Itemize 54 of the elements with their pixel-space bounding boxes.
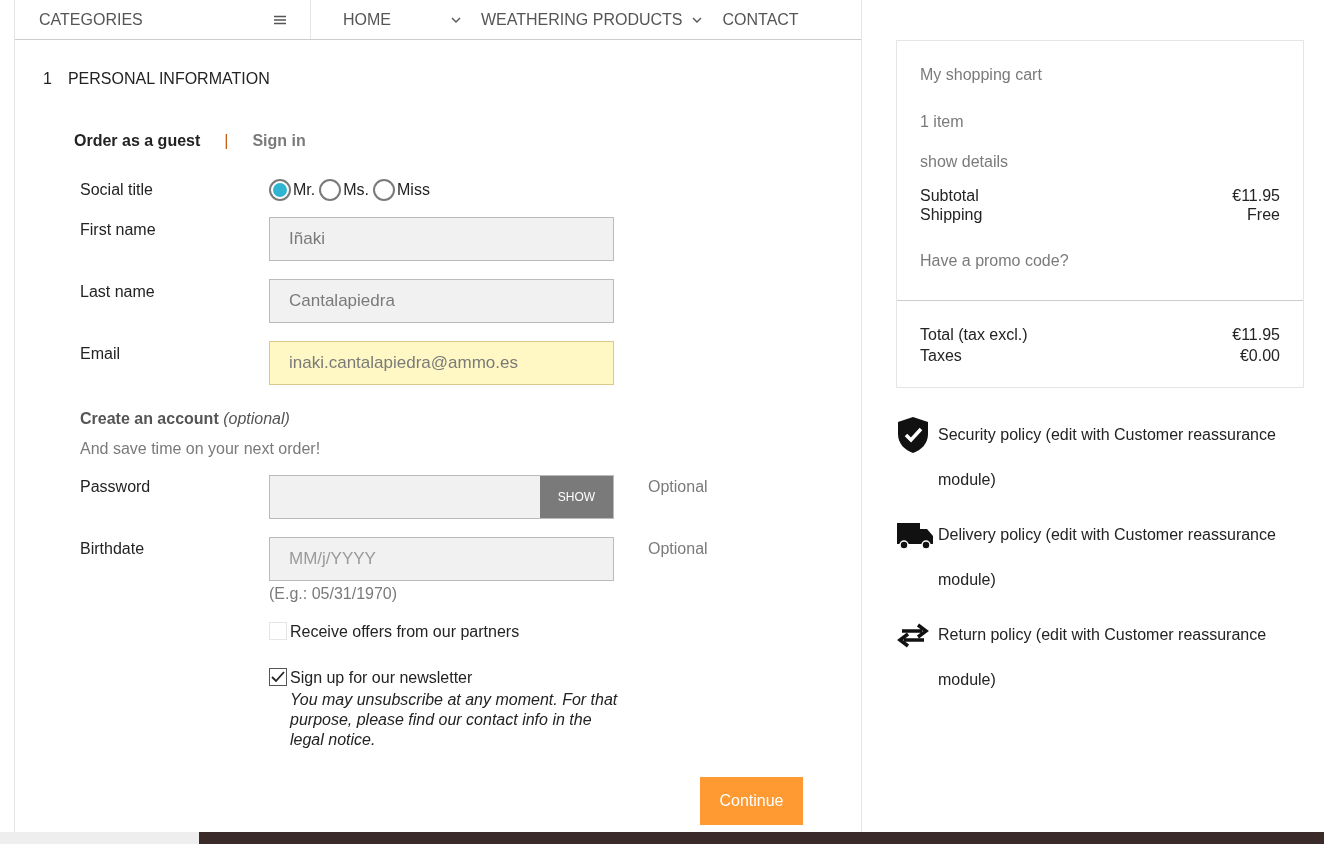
cart-total-label: Taxes xyxy=(920,346,962,366)
field-label: Last name xyxy=(80,282,156,302)
tab[interactable]: Sign in xyxy=(252,129,306,153)
radio-label[interactable]: Ms. xyxy=(343,178,369,202)
checkbox-label[interactable]: Sign up for our newsletter xyxy=(290,666,620,690)
optional-note: Optional xyxy=(648,477,708,497)
categories-label[interactable]: CATEGORIES xyxy=(39,7,143,32)
checkbox-label[interactable]: Receive offers from our partners xyxy=(290,620,520,644)
cart-title: My shopping cart xyxy=(920,65,1043,85)
field-label: First name xyxy=(80,220,157,240)
cart-item-count: 1 item xyxy=(920,112,965,132)
radio-button[interactable] xyxy=(373,179,395,201)
tab-separator: | xyxy=(224,131,229,151)
nav-link[interactable]: WEATHERING PRODUCTS xyxy=(481,7,703,32)
promo-code-link[interactable]: Have a promo code? xyxy=(920,249,1280,273)
cart-total-label: Total (tax excl.) xyxy=(920,325,1028,345)
cart-line-label: Shipping xyxy=(920,205,983,224)
shield-check-icon xyxy=(896,415,930,454)
policy-text: Return policy (edit with Customer reassurance module) xyxy=(938,625,1268,690)
cart-total-value: €11.95 xyxy=(1232,325,1280,345)
field-hint: (E.g.: 05/31/1970) xyxy=(269,584,399,604)
swap-arrows-icon xyxy=(896,621,930,648)
radio-label[interactable]: Miss xyxy=(397,178,430,202)
nav-link[interactable]: CONTACT xyxy=(722,7,799,32)
field-label: Birthdate xyxy=(80,539,146,559)
field-label: Password xyxy=(80,477,152,497)
menu-icon[interactable] xyxy=(274,14,286,25)
cart-line-value: Free xyxy=(1247,205,1280,224)
cart-line-value: €11.95 xyxy=(1232,186,1280,205)
step-number: 1 xyxy=(43,69,52,89)
field-label: Social title xyxy=(80,180,154,200)
checkbox-note: You may unsubscribe at any moment. For that purpose, please find our contact info in the legal notice. xyxy=(290,690,619,750)
radio-button[interactable] xyxy=(319,179,342,201)
checkbox[interactable] xyxy=(269,668,287,686)
section-subtitle: And save time on your next order! xyxy=(80,439,322,459)
input-field[interactable]: MM/j/YYYY xyxy=(269,537,614,581)
nav-link[interactable]: HOME xyxy=(343,7,461,32)
input-field[interactable]: inaki.cantalapiedra@ammo.es xyxy=(269,341,614,385)
section-title: Create an account (optional) xyxy=(80,410,290,427)
cart-line-label: Subtotal xyxy=(920,186,979,205)
cart-total-value: €0.00 xyxy=(1239,346,1280,366)
tab[interactable]: Order as a guest xyxy=(74,129,201,153)
optional-note: Optional xyxy=(648,539,708,559)
show-password-button[interactable]: SHOW xyxy=(540,476,613,518)
step-title: PERSONAL INFORMATION xyxy=(67,69,270,89)
input-field[interactable]: Cantalapiedra xyxy=(269,279,614,323)
show-details-link[interactable]: show details xyxy=(920,150,1280,174)
policy-text: Delivery policy (edit with Customer reassurance module) xyxy=(938,525,1277,590)
radio-button[interactable] xyxy=(269,179,291,201)
input-field[interactable]: Iñaki xyxy=(269,217,614,261)
policy-text: Security policy (edit with Customer reassurance module) xyxy=(938,425,1277,490)
field-label: Email xyxy=(80,344,121,364)
password-field[interactable]: SHOW xyxy=(269,475,614,519)
radio-label[interactable]: Mr. xyxy=(293,178,316,202)
